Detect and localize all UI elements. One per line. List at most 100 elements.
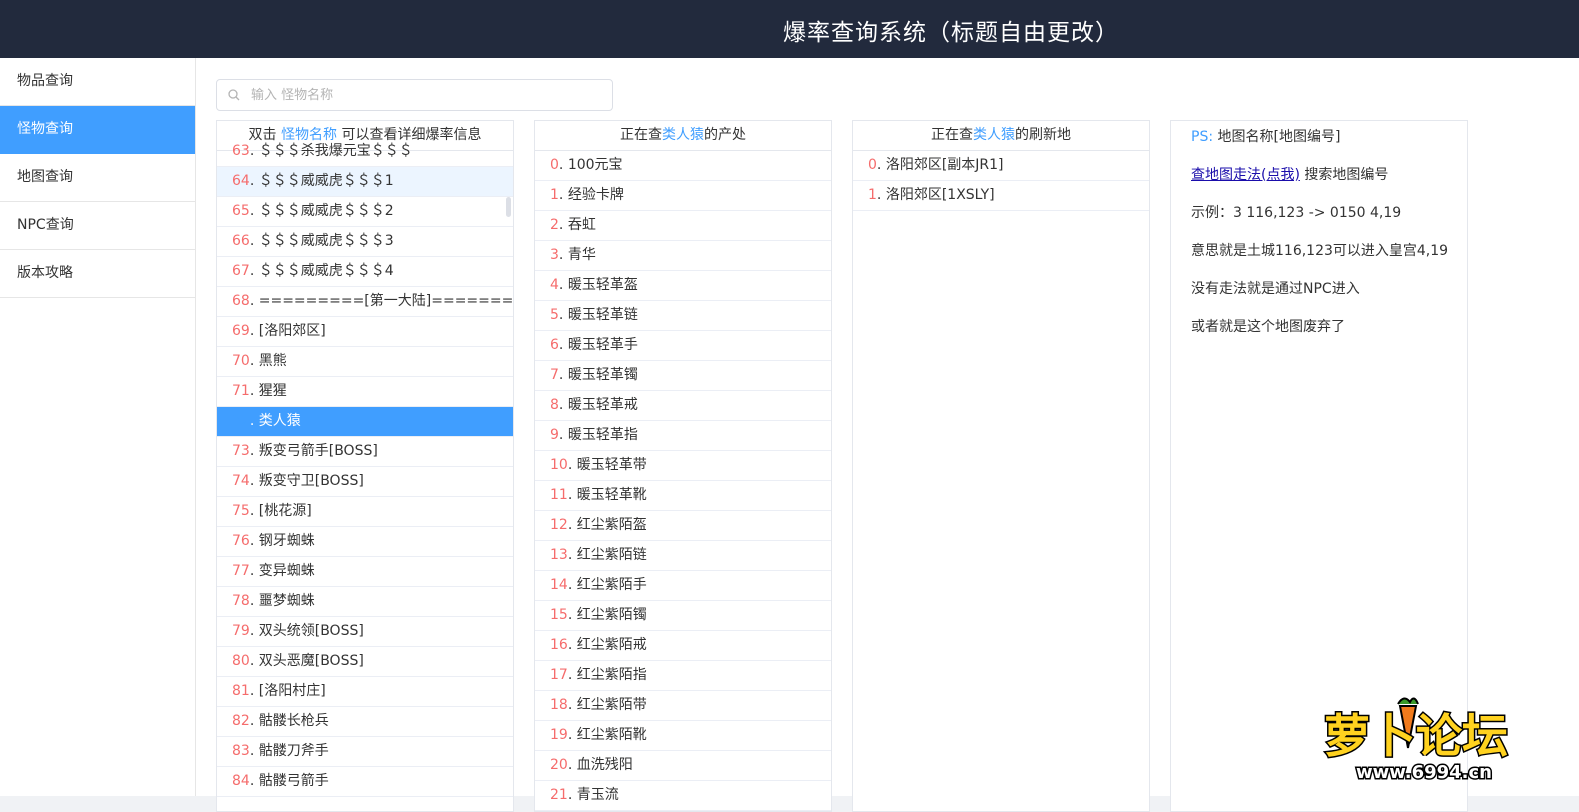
row-index: 16 [550,637,568,653]
monster-row[interactable]: 71. 猩猩 [217,377,513,407]
row-separator: . [567,727,577,743]
info-ps-prefix: PS: [1191,129,1214,145]
drop-row[interactable]: 3. 青华 [535,241,831,271]
monster-row[interactable]: 83. 骷髅刀斧手 [217,737,513,767]
row-index: 19 [550,727,568,743]
row-index: 8 [550,397,559,413]
page-title: 爆率查询系统（标题自由更改） [783,20,1119,46]
row-index: 14 [550,577,568,593]
drop-row[interactable]: 18. 红尘紫陌带 [535,691,831,721]
row-separator: . [876,157,886,173]
search-input[interactable] [249,81,603,109]
monster-row[interactable]: 77. 变异蜘蛛 [217,557,513,587]
drop-row[interactable]: 21. 青玉流 [535,781,831,811]
drop-row[interactable]: 6. 暖玉轻革手 [535,331,831,361]
monster-row[interactable]: 74. 叛变守卫[BOSS] [217,467,513,497]
row-index: 9 [550,427,559,443]
row-separator: . [249,473,259,489]
row-index: 67 [232,263,250,279]
drops-header-highlight: 类人猿 [662,127,704,143]
row-index: 71 [232,383,250,399]
map-route-link[interactable]: 查地图走法(点我) [1191,167,1300,183]
row-separator: . [249,683,259,699]
spawn-header-highlight: 类人猿 [973,127,1015,143]
monster-row[interactable]: 78. 噩梦蜘蛛 [217,587,513,617]
drop-row[interactable]: 12. 红尘紫陌盔 [535,511,831,541]
monster-row[interactable]: 69. [洛阳郊区] [217,317,513,347]
row-label: 暖玉轻革指 [567,427,638,443]
monster-row[interactable]: 82. 骷髅长枪兵 [217,707,513,737]
monster-row[interactable]: 67. ＄＄＄威威虎＄＄＄4 [217,257,513,287]
scrollbar-thumb[interactable] [506,197,511,217]
row-label: 红尘紫陌戒 [576,637,647,653]
row-label: ＄＄＄威威虎＄＄＄1 [258,173,394,189]
row-label: 黑熊 [258,353,287,369]
drop-row[interactable]: 0. 100元宝 [535,151,831,181]
drop-row[interactable]: 15. 红尘紫陌镯 [535,601,831,631]
drop-row[interactable]: 7. 暖玉轻革镯 [535,361,831,391]
drop-row[interactable]: 8. 暖玉轻革戒 [535,391,831,421]
spawn-list: 0. 洛阳郊区[副本JR1] 1. 洛阳郊区[1XSLY] [853,151,1149,211]
monster-row[interactable]: 84. 骷髅弓箭手 [217,767,513,797]
sidebar-item-item-query[interactable]: 物品查询 [0,58,195,106]
row-separator: . [249,323,259,339]
sidebar-item-map-query[interactable]: 地图查询 [0,154,195,202]
monster-row[interactable]: 65. ＄＄＄威威虎＄＄＄2 [217,197,513,227]
monster-row[interactable]: 63. ＄＄＄杀我爆元宝＄＄＄ [217,137,513,167]
drop-row[interactable]: 1. 经验卡牌 [535,181,831,211]
drop-row[interactable]: 4. 暖玉轻革盔 [535,271,831,301]
row-index: 75 [232,503,250,519]
row-label: 吞虹 [567,217,596,233]
row-separator: . [249,593,259,609]
drop-row[interactable]: 16. 红尘紫陌戒 [535,631,831,661]
row-label: 钢牙蜘蛛 [258,533,315,549]
row-separator: . [558,337,568,353]
row-index: 6 [550,337,559,353]
monster-row[interactable]: 70. 黑熊 [217,347,513,377]
drop-row[interactable]: 14. 红尘紫陌手 [535,571,831,601]
row-separator: . [558,397,568,413]
monster-row[interactable]: 81. [洛阳村庄] [217,677,513,707]
drop-row[interactable]: 13. 红尘紫陌链 [535,541,831,571]
row-index: 7 [550,367,559,383]
monster-row[interactable]: 73. 叛变弓箭手[BOSS] [217,437,513,467]
drop-row[interactable]: 11. 暖玉轻革靴 [535,481,831,511]
spawn-row[interactable]: 0. 洛阳郊区[副本JR1] [853,151,1149,181]
sidebar-item-version-guide[interactable]: 版本攻略 [0,250,195,298]
drop-row[interactable]: 9. 暖玉轻革指 [535,421,831,451]
info-no-path: 没有走法就是通过NPC进入 [1191,281,1360,297]
drop-row[interactable]: 19. 红尘紫陌靴 [535,721,831,751]
monster-row[interactable]: 68. =========[第一大陆]======== [217,287,513,317]
row-separator: . [249,443,259,459]
drop-row[interactable]: 2. 吞虹 [535,211,831,241]
sidebar-item-npc-query[interactable]: NPC查询 [0,202,195,250]
monster-row[interactable]: 76. 钢牙蜘蛛 [217,527,513,557]
row-separator: . [567,517,577,533]
monster-row[interactable]: 75. [桃花源] [217,497,513,527]
row-separator: . [567,757,577,773]
row-index: 69 [232,323,250,339]
row-separator: . [249,353,259,369]
row-label: 红尘紫陌手 [576,577,647,593]
drop-row[interactable]: 20. 血洗残阳 [535,751,831,781]
drop-row[interactable]: 10. 暖玉轻革带 [535,451,831,481]
row-label: ＄＄＄杀我爆元宝＄＄＄ [258,143,413,159]
monster-row[interactable]: 64. ＄＄＄威威虎＄＄＄1 [217,167,513,197]
monster-row[interactable]: 79. 双头统领[BOSS] [217,617,513,647]
sidebar-item-monster-query[interactable]: 怪物查询 [0,106,195,154]
monster-row[interactable]: 66. ＄＄＄威威虎＄＄＄3 [217,227,513,257]
spawn-row[interactable]: 1. 洛阳郊区[1XSLY] [853,181,1149,211]
monster-row[interactable]: 72. 类人猿 [217,407,513,437]
drop-row[interactable]: 17. 红尘紫陌指 [535,661,831,691]
row-label: 暖玉轻革链 [567,307,638,323]
row-separator: . [567,547,577,563]
search-box[interactable] [216,79,613,111]
row-separator: . [558,277,568,293]
drop-row[interactable]: 5. 暖玉轻革链 [535,301,831,331]
row-label: 叛变弓箭手[BOSS] [258,443,378,459]
monster-row[interactable]: 80. 双头恶魔[BOSS] [217,647,513,677]
row-index: 15 [550,607,568,623]
info-meaning: 意思就是土城116,123可以进入皇宫4,19 [1191,243,1449,259]
row-label: 洛阳郊区[1XSLY] [885,187,995,203]
spawn-header-pre: 正在查 [931,127,973,143]
